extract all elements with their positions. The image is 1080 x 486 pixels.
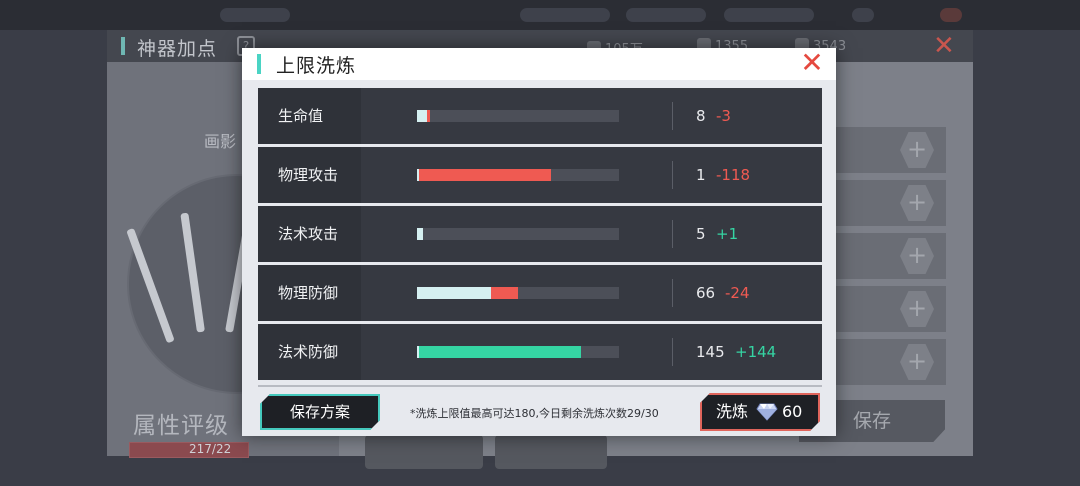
plus-icon[interactable]: + [900,344,934,380]
stat-delta: +144 [735,343,777,361]
stat-bar-base [417,287,491,299]
artifact-name: 画影 [204,132,237,151]
stat-bar-change [419,169,551,181]
stat-delta: -118 [716,166,751,184]
limit-refine-dialog: 上限洗炼 ✕ 生命值 8 -3 物理攻击 1 -118 法术攻击 5 +1 物理… [242,48,836,436]
stat-row-magic-defense: 法术防御 145 +144 [258,324,822,380]
rating-label: 属性评级 [133,413,229,439]
stat-name: 生命值 [278,107,324,125]
stat-bar-base [417,228,423,240]
stat-value: 5 [696,225,706,243]
rating-value: 217/22 [189,442,232,456]
refine-button[interactable]: 洗炼 60 [700,393,820,431]
stat-row-hp: 生命值 8 -3 [258,88,822,144]
top-status-bar [0,0,1080,30]
stat-bar [417,228,619,240]
refine-cost: 60 [782,402,803,421]
stat-row-physical-defense: 物理防御 66 -24 [258,265,822,321]
stat-bar [417,287,619,299]
title-accent-bar [257,54,261,74]
plus-icon[interactable]: + [900,291,934,327]
stat-value: 66 [696,284,716,302]
stat-value: 145 [696,343,725,361]
plus-icon[interactable]: + [900,185,934,221]
refine-button-label: 洗炼 [716,402,749,421]
stat-bar [417,110,619,122]
stat-name: 物理攻击 [278,166,339,184]
refine-notice: *洗炼上限值最高可达180,今日剩余洗炼次数29/30 [410,407,659,420]
background-button [365,435,483,469]
stat-delta: -24 [725,284,750,302]
dialog-title: 上限洗炼 [276,55,357,77]
plus-icon[interactable]: + [900,132,934,168]
stat-name: 物理防御 [278,284,339,302]
stat-bar [417,169,619,181]
stat-value: 1 [696,166,706,184]
stat-row-physical-attack: 物理攻击 1 -118 [258,147,822,203]
close-icon[interactable]: ✕ [798,49,826,78]
stat-bar-change [491,287,518,299]
window-title: 神器加点 [137,38,218,60]
stat-value: 8 [696,107,706,125]
diamond-icon [756,403,778,421]
save-plan-button[interactable]: 保存方案 [260,394,380,430]
footer-divider [258,385,822,387]
stat-delta: +1 [716,225,739,243]
stat-bar-change [427,110,430,122]
background-button [495,435,607,469]
stat-bar-change [419,346,581,358]
dialog-header: 上限洗炼 ✕ [242,48,836,80]
stat-name: 法术防御 [278,343,339,361]
window-close-icon[interactable]: ✕ [933,33,955,59]
stat-bar-base [417,110,427,122]
stat-name: 法术攻击 [278,225,339,243]
stat-bar [417,346,619,358]
stat-row-magic-attack: 法术攻击 5 +1 [258,206,822,262]
plus-icon[interactable]: + [900,238,934,274]
stat-delta: -3 [716,107,731,125]
